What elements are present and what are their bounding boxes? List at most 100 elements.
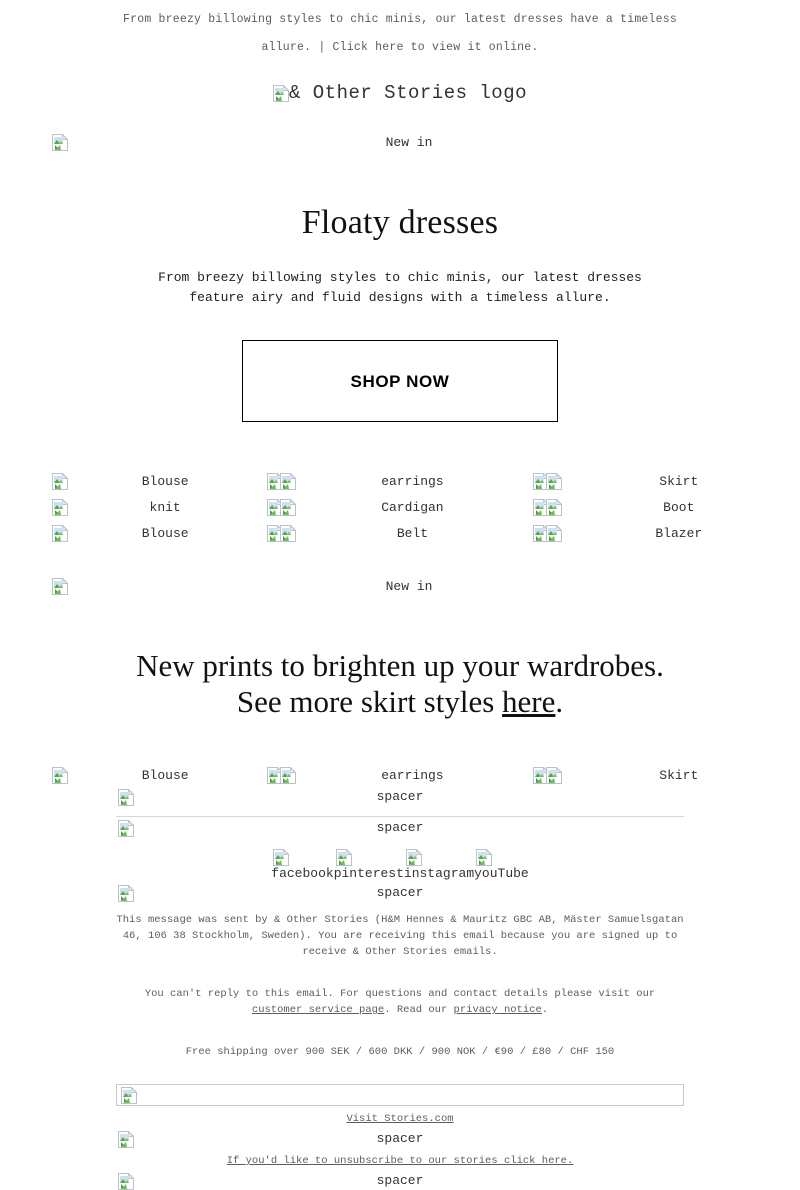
- privacy-notice-link[interactable]: privacy notice: [454, 1004, 542, 1016]
- product-cell[interactable]: Blouse: [0, 520, 266, 546]
- social-link-pinterest[interactable]: pinterest: [334, 849, 404, 882]
- product-alt-text: Boot: [663, 499, 695, 515]
- product-image-placeholder: [52, 472, 68, 490]
- unsubscribe-link[interactable]: If you'd like to unsubscribe to our stor…: [227, 1155, 574, 1167]
- product-alt-text: Blouse: [141, 473, 189, 489]
- product-row: Blouse earrings Skirt: [0, 762, 800, 788]
- product-alt-text: Skirt: [659, 473, 699, 489]
- product-row: Blouse earrings Skirt: [0, 468, 800, 494]
- broken-image-icon: [118, 885, 134, 902]
- spacer-row-5: spacer: [0, 1172, 800, 1190]
- product-image-placeholder: [267, 472, 297, 490]
- customer-service-link[interactable]: customer service page: [252, 1004, 384, 1016]
- spacer-row-3: spacer: [0, 884, 800, 902]
- product-image-placeholder: [267, 766, 297, 784]
- product-grid-primary: Blouse earrings Skirt knit Cardigan Boot Blous…: [0, 468, 800, 546]
- product-alt-text: Belt: [396, 525, 429, 541]
- product-image-placeholder: [267, 498, 297, 516]
- broken-image-icon: [52, 134, 68, 151]
- product-cell[interactable]: Blouse: [0, 468, 266, 494]
- footer-legal-text: This message was sent by & Other Stories…: [116, 914, 684, 958]
- footer-gap: [0, 960, 800, 976]
- broken-image-icon: [476, 849, 493, 866]
- broken-image-icon: [118, 820, 134, 837]
- product-cell[interactable]: earrings: [266, 762, 532, 788]
- product-grid-secondary: Blouse earrings Skirt: [0, 762, 800, 788]
- social-link-instagram[interactable]: instagram: [404, 849, 474, 882]
- editorial-headline: New prints to brighten up your wardrobes…: [90, 648, 710, 720]
- horizontal-divider: [116, 816, 684, 817]
- social-alt-text: instagram: [403, 866, 475, 881]
- broken-image-icon: [545, 524, 562, 542]
- spacer-row-2: spacer: [0, 819, 800, 837]
- editorial-line-2-after: .: [555, 684, 564, 719]
- product-cell[interactable]: earrings: [266, 468, 532, 494]
- free-shipping-text: Free shipping over 900 SEK / 600 DKK / 9…: [185, 1046, 615, 1058]
- broken-image-icon: [118, 1131, 134, 1148]
- social-link-youtube[interactable]: youTube: [474, 849, 529, 882]
- broken-image-icon: [52, 472, 68, 490]
- product-cell[interactable]: Blouse: [0, 762, 266, 788]
- broken-image-icon: [280, 498, 297, 516]
- product-image-placeholder: [52, 524, 68, 542]
- visit-stories-row: Visit Stories.com: [0, 1110, 800, 1128]
- social-link-facebook[interactable]: facebook: [271, 849, 334, 882]
- shop-now-button[interactable]: SHOP NOW: [242, 340, 558, 422]
- product-cell[interactable]: Cardigan: [266, 494, 532, 520]
- broken-image-icon: [273, 849, 290, 866]
- editorial-line-2-before: See more skirt styles: [236, 684, 503, 719]
- footer-contact-text: You can't reply to this email. For quest…: [120, 986, 680, 1018]
- product-cell[interactable]: knit: [0, 494, 266, 520]
- logo-row[interactable]: & Other Stories logo: [0, 62, 800, 104]
- spacer-row-1: spacer: [0, 788, 800, 806]
- broken-image-icon: [545, 472, 562, 490]
- broken-image-icon: [118, 789, 134, 806]
- footer-contact-after: .: [541, 1004, 549, 1016]
- product-alt-text: Blouse: [141, 525, 189, 541]
- preheader: From breezy billowing styles to chic min…: [0, 0, 800, 62]
- product-image-placeholder: [52, 498, 68, 516]
- cta-wrapper: SHOP NOW: [0, 340, 800, 422]
- product-cell[interactable]: Blazer: [532, 520, 800, 546]
- social-alt-text: facebook: [271, 866, 334, 881]
- divider-wrapper: [0, 816, 800, 817]
- unsubscribe-row: If you'd like to unsubscribe to our stor…: [0, 1152, 800, 1170]
- logo-alt-text: & Other Stories logo: [288, 82, 528, 104]
- product-alt-text: Blouse: [141, 767, 189, 783]
- product-image-placeholder: [267, 524, 297, 542]
- email-body: From breezy billowing styles to chic min…: [0, 0, 800, 1190]
- social-alt-text: youTube: [474, 866, 529, 881]
- bottom-banner-box[interactable]: [116, 1084, 684, 1106]
- footer-contact-mid: . Read our: [384, 1004, 454, 1016]
- broken-image-icon: [280, 524, 297, 542]
- broken-image-icon: [52, 498, 68, 516]
- product-alt-text: Skirt: [659, 767, 699, 783]
- broken-image-icon: [118, 1173, 134, 1190]
- product-alt-text: earrings: [381, 473, 444, 489]
- banner-new-in-mid[interactable]: New in: [0, 574, 800, 604]
- product-image-placeholder: [532, 766, 562, 784]
- broken-image-icon: [121, 1087, 137, 1104]
- product-alt-text: Cardigan: [381, 499, 444, 515]
- product-cell[interactable]: Belt: [266, 520, 532, 546]
- broken-image-icon: [545, 766, 562, 784]
- product-cell[interactable]: Boot: [532, 494, 800, 520]
- product-alt-text: knit: [149, 499, 181, 515]
- product-row: knit Cardigan Boot: [0, 494, 800, 520]
- product-cell[interactable]: Skirt: [532, 468, 800, 494]
- hero-title: Floaty dresses: [301, 204, 499, 241]
- broken-image-icon: [545, 498, 562, 516]
- see-more-skirts-link[interactable]: here: [502, 684, 555, 719]
- visit-stories-link[interactable]: Visit Stories.com: [346, 1113, 453, 1125]
- broken-image-icon: [280, 472, 297, 490]
- product-image-placeholder: [532, 524, 562, 542]
- broken-image-icon: [272, 85, 289, 102]
- product-row: Blouse Belt Blazer: [0, 520, 800, 546]
- view-online-link[interactable]: Click here to view it online.: [333, 41, 539, 54]
- banner-new-in-mid-alt: New in: [385, 579, 433, 594]
- product-cell[interactable]: Skirt: [532, 762, 800, 788]
- banner-new-in-top[interactable]: New in: [0, 130, 800, 160]
- spacer-row-4: spacer: [0, 1130, 800, 1148]
- hero-body-text: From breezy billowing styles to chic min…: [158, 270, 642, 305]
- footer-contact-before: You can't reply to this email. For quest…: [144, 988, 656, 1000]
